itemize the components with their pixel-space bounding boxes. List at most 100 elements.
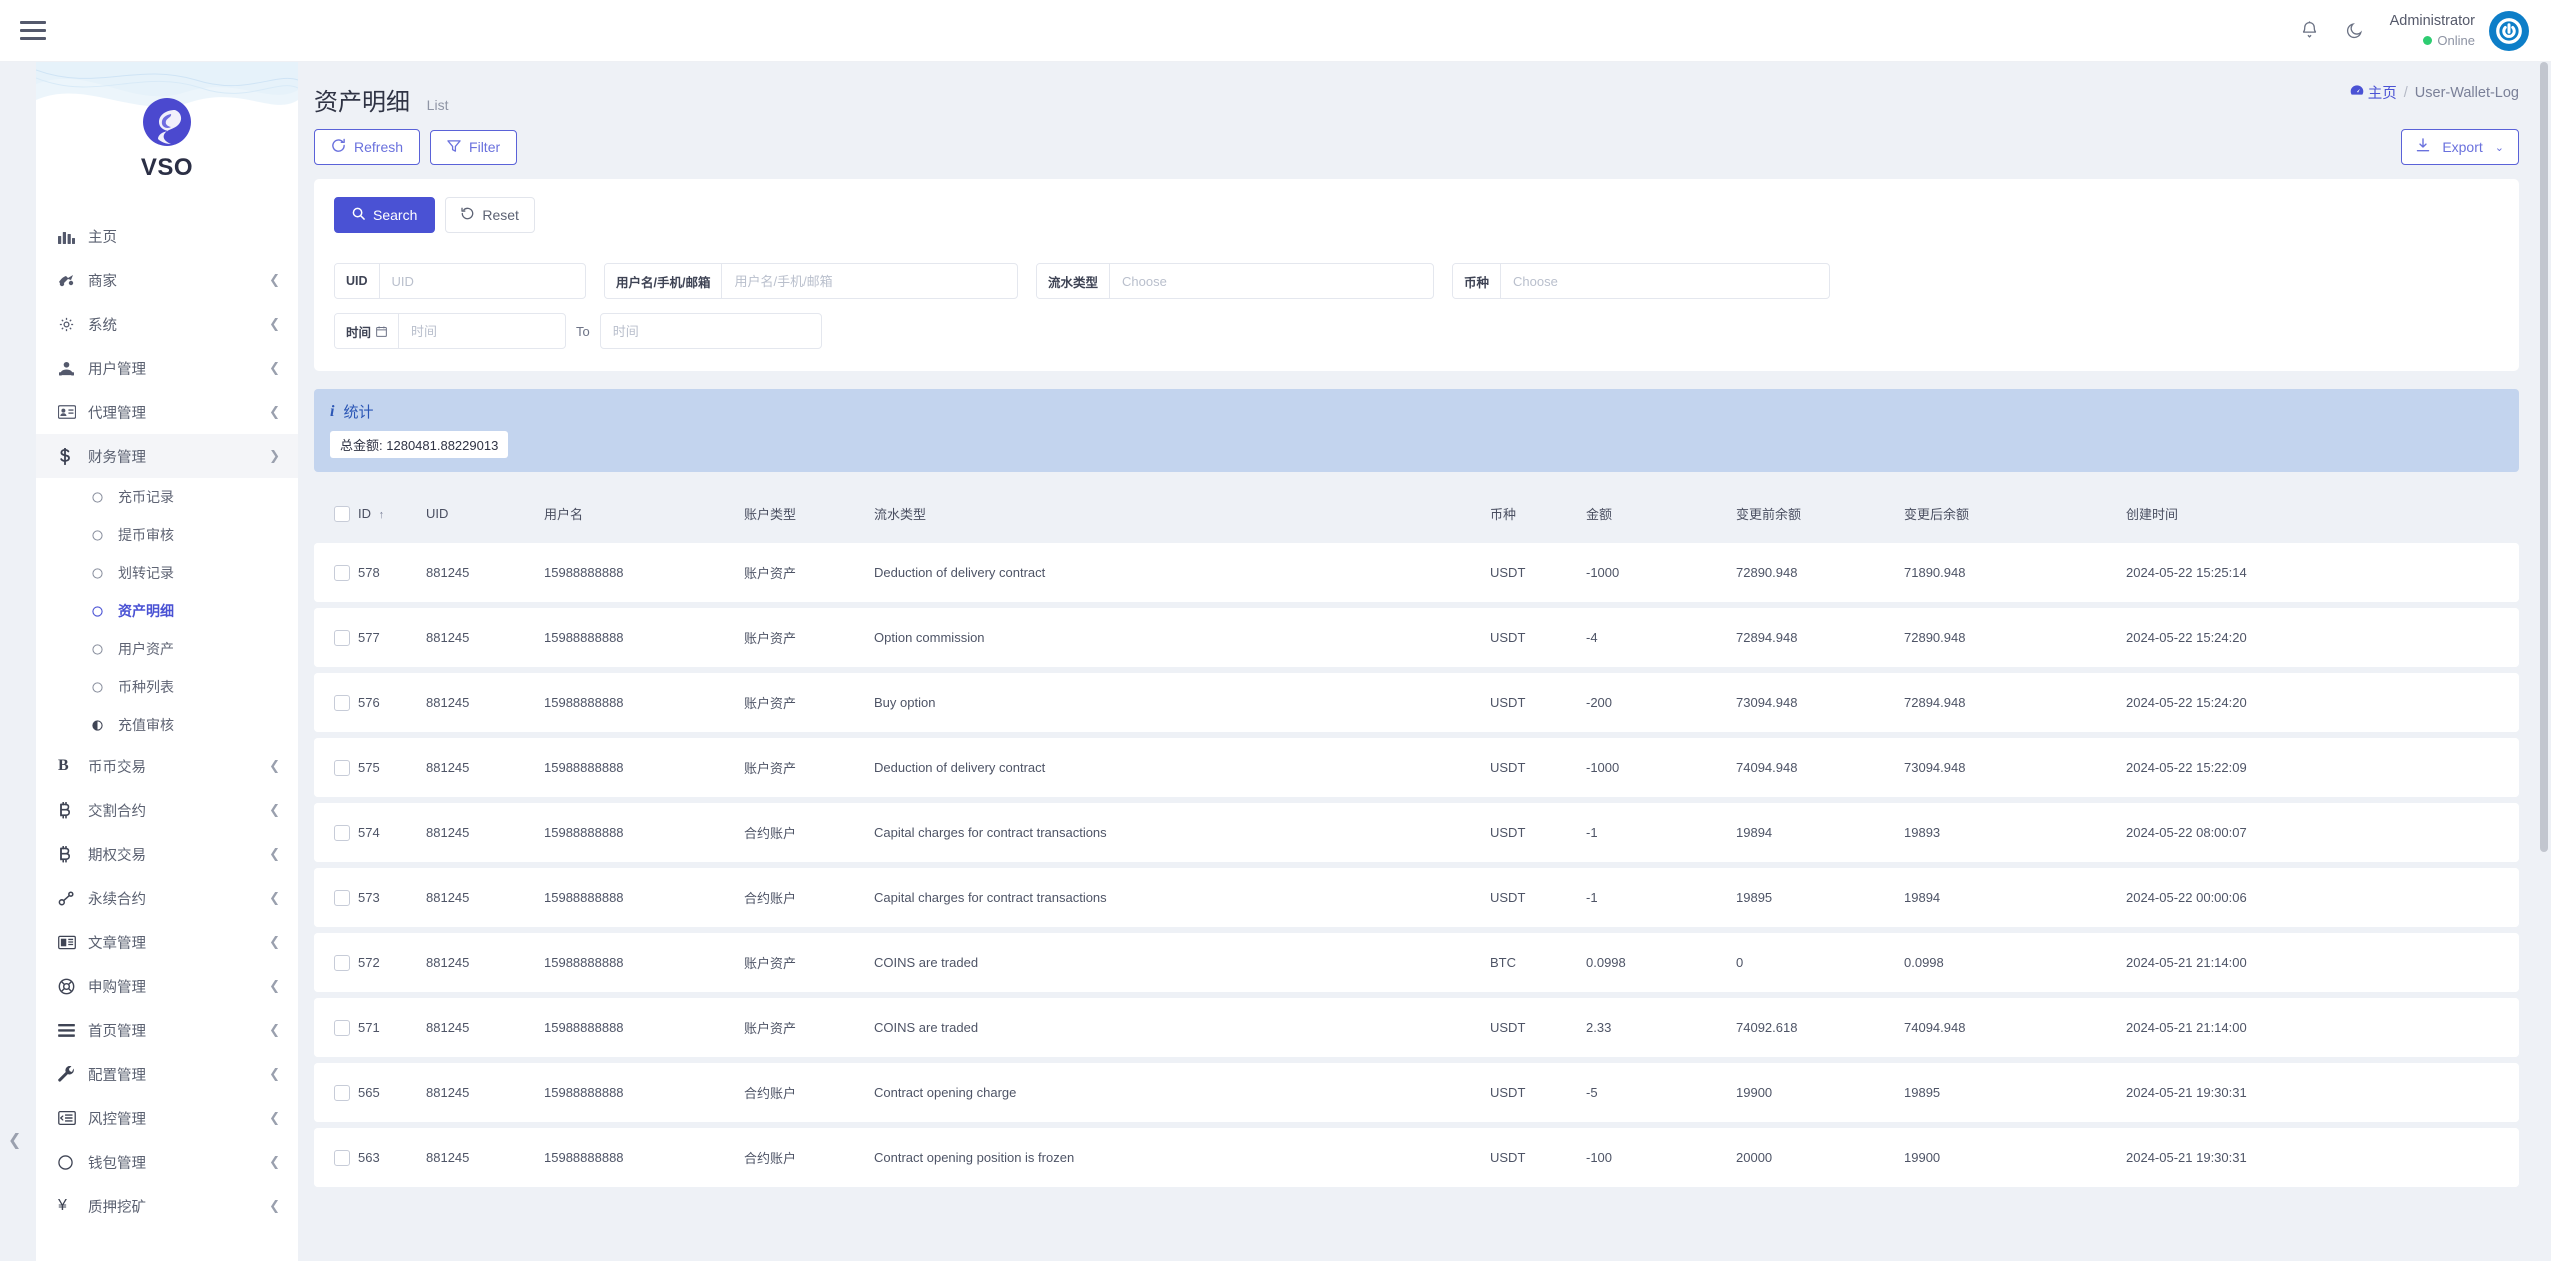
submenu-item-recharge-review[interactable]: 充值审核 bbox=[36, 706, 298, 744]
flow-type-select[interactable] bbox=[1110, 264, 1433, 298]
reset-button[interactable]: Reset bbox=[445, 197, 535, 233]
sidebar-collapse-toggle[interactable]: ❮ bbox=[8, 1130, 21, 1150]
cell-balance-before: 20000 bbox=[1736, 1128, 1904, 1187]
submenu-item-deposit-records[interactable]: 充币记录 bbox=[36, 478, 298, 516]
avatar[interactable] bbox=[2489, 10, 2529, 51]
sidebar-item-agent-management[interactable]: 代理管理 ❮ bbox=[36, 390, 298, 434]
hamburger-menu-icon[interactable] bbox=[20, 14, 54, 48]
chevron-left-icon: ❮ bbox=[269, 846, 280, 861]
username-input[interactable] bbox=[722, 264, 1017, 298]
row-checkbox[interactable] bbox=[334, 564, 350, 581]
sidebar-item-risk-management[interactable]: 风控管理 ❮ bbox=[36, 1096, 298, 1140]
table-row[interactable]: 574 881245 15988888888 合约账户 Capital charges … bbox=[314, 803, 2519, 862]
th-balance-before: 变更前余额 bbox=[1736, 507, 1802, 522]
row-select-cell bbox=[314, 738, 358, 797]
cell-created-time: 2024-05-22 08:00:07 bbox=[2126, 803, 2519, 862]
sidebar-item-staking-mining[interactable]: ¥ 质押挖矿 ❮ bbox=[36, 1184, 298, 1228]
info-icon: i bbox=[330, 402, 335, 420]
sidebar-item-perpetual-contract[interactable]: 永续合约 ❮ bbox=[36, 876, 298, 920]
coin-select[interactable] bbox=[1501, 264, 1829, 298]
cell-flow-type: Contract opening position is frozen bbox=[874, 1128, 1490, 1187]
moon-icon[interactable] bbox=[2345, 21, 2364, 40]
time-to-field[interactable] bbox=[599, 313, 822, 349]
sidebar-item-subscription-management[interactable]: 申购管理 ❮ bbox=[36, 964, 298, 1008]
table-row[interactable]: 563 881245 15988888888 合约账户 Contract opening… bbox=[314, 1128, 2519, 1187]
asset-log-table-wrap: ID ↑ UID 用户名 账户类型 流水类型 币种 金额 变更前余额 变更后余额… bbox=[314, 488, 2519, 1193]
flow-type-field[interactable]: 流水类型 bbox=[1036, 263, 1434, 299]
row-checkbox[interactable] bbox=[334, 824, 350, 841]
sidebar-item-option-trading[interactable]: 期权交易 ❮ bbox=[36, 832, 298, 876]
row-checkbox[interactable] bbox=[334, 629, 350, 646]
sidebar-item-home[interactable]: 主页 bbox=[36, 214, 298, 258]
submenu-item-transfer-records[interactable]: 划转记录 bbox=[36, 554, 298, 592]
sidebar-item-config-management[interactable]: 配置管理 ❮ bbox=[36, 1052, 298, 1096]
uid-label: UID bbox=[335, 264, 380, 298]
page-header: 资产明细 List 主页 / User-Wallet-Log bbox=[298, 62, 2537, 117]
time-from-input[interactable] bbox=[399, 314, 565, 348]
breadcrumb-home[interactable]: 主页 bbox=[2350, 82, 2397, 103]
submenu-item-asset-details[interactable]: 资产明细 bbox=[36, 592, 298, 630]
cell-coin: USDT bbox=[1490, 868, 1586, 927]
sidebar-item-coin-trading[interactable]: B 币币交易 ❮ bbox=[36, 744, 298, 788]
sidebar-item-delivery-contract[interactable]: 交割合约 ❮ bbox=[36, 788, 298, 832]
row-checkbox[interactable] bbox=[334, 889, 350, 906]
submenu-item-withdraw-review[interactable]: 提币审核 bbox=[36, 516, 298, 554]
select-all-checkbox[interactable] bbox=[334, 505, 350, 522]
submenu-item-user-assets[interactable]: 用户资产 bbox=[36, 630, 298, 668]
user-status-label: Online bbox=[2437, 32, 2475, 48]
bell-icon[interactable] bbox=[2300, 20, 2319, 41]
table-row[interactable]: 572 881245 15988888888 账户资产 COINS are traded… bbox=[314, 933, 2519, 992]
table-row[interactable]: 575 881245 15988888888 账户资产 Deduction of del… bbox=[314, 738, 2519, 797]
table-row[interactable]: 573 881245 15988888888 合约账户 Capital charges … bbox=[314, 868, 2519, 927]
page-scrollbar[interactable] bbox=[2537, 62, 2551, 1261]
sidebar-item-finance-management[interactable]: 财务管理 ❯ bbox=[36, 434, 298, 478]
submenu-item-coin-list[interactable]: 币种列表 bbox=[36, 668, 298, 706]
search-fields: UID 用户名/手机/邮箱 流水类型 币种 bbox=[334, 249, 2499, 349]
sidebar-item-wallet-management[interactable]: 钱包管理 ❮ bbox=[36, 1140, 298, 1184]
filter-icon bbox=[447, 139, 461, 156]
search-label: Search bbox=[373, 207, 418, 223]
cell-id: 577 bbox=[358, 608, 426, 667]
page-scrollbar-thumb[interactable] bbox=[2540, 62, 2548, 852]
cell-flow-type: COINS are traded bbox=[874, 933, 1490, 992]
cell-account-type: 账户资产 bbox=[744, 608, 874, 667]
sidebar-item-article-management[interactable]: 文章管理 ❮ bbox=[36, 920, 298, 964]
filter-button[interactable]: Filter bbox=[430, 129, 518, 165]
export-button[interactable]: Export ⌄ bbox=[2401, 129, 2519, 165]
th-id[interactable]: ID ↑ bbox=[358, 494, 426, 537]
table-row[interactable]: 578 881245 15988888888 账户资产 Deduction of del… bbox=[314, 543, 2519, 602]
user-profile[interactable]: Administrator Online bbox=[2390, 10, 2529, 51]
time-to-input[interactable] bbox=[600, 314, 821, 348]
uid-field[interactable]: UID bbox=[334, 263, 586, 299]
search-button-row: Search Reset bbox=[334, 197, 2499, 233]
sidebar-item-system[interactable]: 系统 ❮ bbox=[36, 302, 298, 346]
table-row[interactable]: 571 881245 15988888888 账户资产 COINS are traded… bbox=[314, 998, 2519, 1057]
table-row[interactable]: 565 881245 15988888888 合约账户 Contract opening… bbox=[314, 1063, 2519, 1122]
letter-b-icon: B bbox=[58, 757, 69, 774]
row-checkbox[interactable] bbox=[334, 694, 350, 711]
sidebar-item-user-management[interactable]: 用户管理 ❮ bbox=[36, 346, 298, 390]
row-checkbox[interactable] bbox=[334, 1019, 350, 1036]
table-row[interactable]: 576 881245 15988888888 账户资产 Buy option USDT -2… bbox=[314, 673, 2519, 732]
cell-uid: 881245 bbox=[426, 868, 544, 927]
row-checkbox[interactable] bbox=[334, 1149, 350, 1166]
sidebar-item-label: 代理管理 bbox=[88, 405, 146, 422]
row-checkbox[interactable] bbox=[334, 1084, 350, 1101]
time-from-field[interactable]: 时间 bbox=[334, 313, 566, 349]
dollar-icon bbox=[58, 447, 88, 465]
uid-input[interactable] bbox=[379, 264, 585, 298]
user-text: Administrator Online bbox=[2390, 12, 2475, 49]
refresh-button[interactable]: Refresh bbox=[314, 129, 421, 165]
sidebar-item-merchant[interactable]: 商家 ❮ bbox=[36, 258, 298, 302]
chevron-left-icon: ❮ bbox=[269, 1022, 280, 1037]
row-select-cell bbox=[314, 803, 358, 862]
row-checkbox[interactable] bbox=[334, 954, 350, 971]
sidebar-item-label: 商家 bbox=[88, 273, 117, 290]
search-button[interactable]: Search bbox=[334, 197, 436, 233]
row-checkbox[interactable] bbox=[334, 759, 350, 776]
total-amount-label: 总金额: bbox=[340, 438, 383, 453]
coin-field[interactable]: 币种 bbox=[1452, 263, 1830, 299]
sidebar-item-homepage-management[interactable]: 首页管理 ❮ bbox=[36, 1008, 298, 1052]
table-row[interactable]: 577 881245 15988888888 账户资产 Option commissio… bbox=[314, 608, 2519, 667]
username-field[interactable]: 用户名/手机/邮箱 bbox=[604, 263, 1018, 299]
